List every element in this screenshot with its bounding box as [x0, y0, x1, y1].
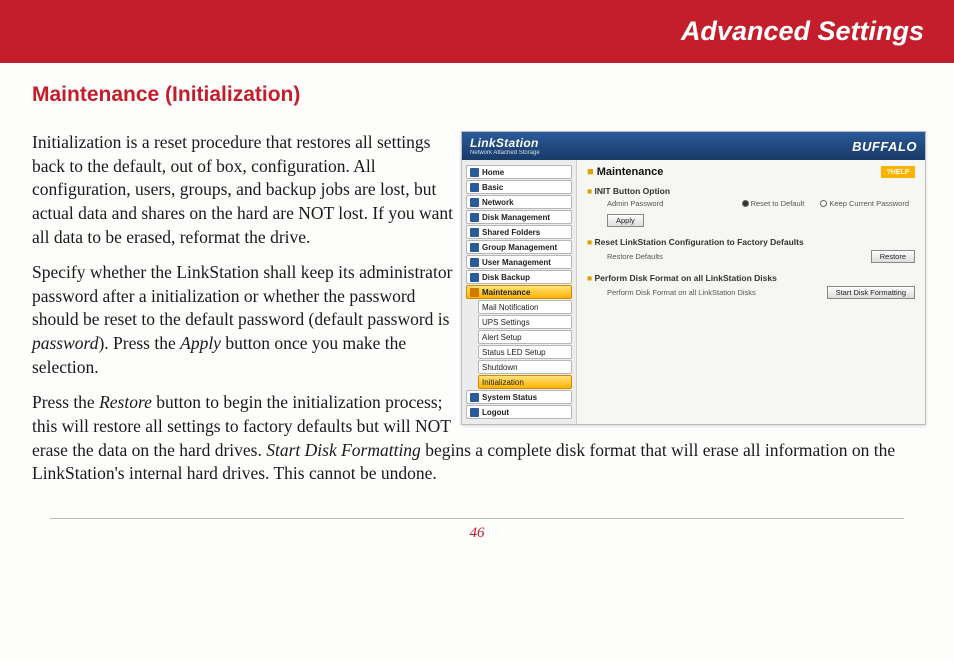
section-disk-format: Perform Disk Format on all LinkStation D…: [587, 273, 915, 299]
banner: Advanced Settings: [0, 0, 954, 63]
banner-title: Advanced Settings: [681, 16, 924, 47]
nav-group-management[interactable]: Group Management: [466, 240, 572, 254]
document-page: Advanced Settings Maintenance (Initializ…: [0, 0, 954, 661]
section-title-init: INIT Button Option: [587, 186, 915, 196]
nav-basic[interactable]: Basic: [466, 180, 572, 194]
em-restore: Restore: [99, 392, 152, 412]
label-disk-format: Perform Disk Format on all LinkStation D…: [607, 288, 756, 297]
brand-left-sub: Network Attached Storage: [470, 150, 540, 157]
footer-rule: [50, 518, 904, 519]
section-title-reset: Reset LinkStation Configuration to Facto…: [587, 237, 915, 247]
nav-home[interactable]: Home: [466, 165, 572, 179]
em-start-disk-formatting: Start Disk Formatting: [266, 440, 421, 460]
em-apply: Apply: [180, 333, 221, 353]
nav-logout[interactable]: Logout: [466, 405, 572, 419]
brand-left-text: LinkStation: [470, 136, 539, 150]
section-heading: Maintenance (Initialization): [32, 83, 926, 107]
nav-disk-backup[interactable]: Disk Backup: [466, 270, 572, 284]
nav-status-led-setup[interactable]: Status LED Setup: [478, 345, 572, 359]
restore-button[interactable]: Restore: [871, 250, 915, 263]
row-admin-password: Admin Password Reset to Default Keep Cur…: [587, 199, 915, 208]
section-reset-config: Reset LinkStation Configuration to Facto…: [587, 237, 915, 263]
nav-shared-folders[interactable]: Shared Folders: [466, 225, 572, 239]
help-button[interactable]: ?HELP: [881, 166, 915, 178]
screenshot-body: Home Basic Network Disk Management Share…: [462, 160, 925, 424]
apply-button[interactable]: Apply: [607, 214, 644, 227]
panel-heading: Maintenance: [587, 166, 915, 178]
brand-right: BUFFALO: [852, 139, 917, 154]
radio-reset-default[interactable]: Reset to Default: [742, 199, 805, 208]
nav-ups-settings[interactable]: UPS Settings: [478, 315, 572, 329]
radio-keep-current[interactable]: Keep Current Password: [820, 199, 909, 208]
page-number: 46: [0, 525, 954, 542]
main-panel: ?HELP Maintenance INIT Button Option Adm…: [577, 160, 925, 424]
embedded-screenshot: LinkStation Network Attached Storage BUF…: [461, 131, 926, 425]
section-init-button: INIT Button Option Admin Password Reset …: [587, 186, 915, 227]
brand-left: LinkStation Network Attached Storage: [470, 136, 540, 157]
em-password: password: [32, 333, 98, 353]
content-area: Maintenance (Initialization) LinkStation…: [0, 63, 954, 498]
nav-alert-setup[interactable]: Alert Setup: [478, 330, 572, 344]
nav-shutdown[interactable]: Shutdown: [478, 360, 572, 374]
nav-mail-notification[interactable]: Mail Notification: [478, 300, 572, 314]
row-disk-format: Perform Disk Format on all LinkStation D…: [587, 286, 915, 299]
row-restore-defaults: Restore Defaults Restore: [587, 250, 915, 263]
nav-user-management[interactable]: User Management: [466, 255, 572, 269]
label-admin-password: Admin Password: [607, 199, 663, 208]
nav-network[interactable]: Network: [466, 195, 572, 209]
label-restore-defaults: Restore Defaults: [607, 252, 663, 261]
section-title-format: Perform Disk Format on all LinkStation D…: [587, 273, 915, 283]
sidebar-nav: Home Basic Network Disk Management Share…: [462, 160, 577, 424]
start-disk-formatting-button[interactable]: Start Disk Formatting: [827, 286, 915, 299]
nav-disk-management[interactable]: Disk Management: [466, 210, 572, 224]
nav-system-status[interactable]: System Status: [466, 390, 572, 404]
screenshot-header: LinkStation Network Attached Storage BUF…: [462, 132, 925, 160]
nav-initialization[interactable]: Initialization: [478, 375, 572, 389]
nav-maintenance[interactable]: Maintenance: [466, 285, 572, 299]
